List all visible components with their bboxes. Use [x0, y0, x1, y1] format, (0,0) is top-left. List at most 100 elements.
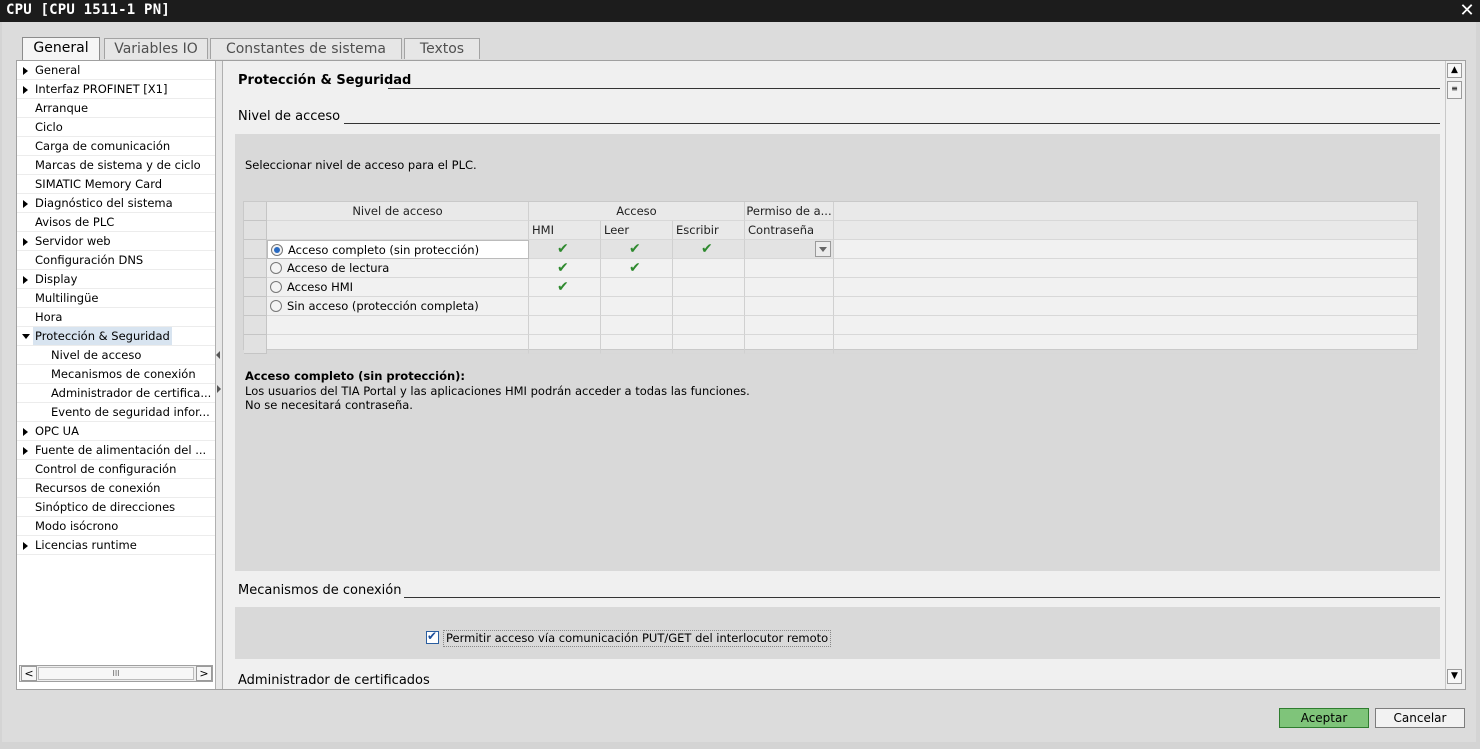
scroll-right-button[interactable]: > [196, 666, 212, 681]
collapsed-triangle-icon[interactable] [23, 276, 28, 284]
properties-main: Protección & Seguridad Nivel de acceso S… [224, 61, 1443, 689]
nav-item[interactable]: Ciclo [17, 118, 215, 137]
table-cell [529, 335, 601, 354]
table-cell [834, 240, 1417, 259]
row-header[interactable] [244, 335, 267, 354]
access-level-radio[interactable] [271, 244, 283, 256]
nav-item[interactable]: Marcas de sistema y de ciclo [17, 156, 215, 175]
nav-item[interactable]: Mecanismos de conexión [17, 365, 215, 384]
pane-splitter[interactable] [216, 61, 223, 689]
nav-item[interactable]: Recursos de conexión [17, 479, 215, 498]
nav-item[interactable]: Configuración DNS [17, 251, 215, 270]
collapse-left-icon[interactable] [216, 351, 220, 359]
nav-item[interactable]: Carga de comunicación [17, 137, 215, 156]
access-level-title: Nivel de acceso [238, 109, 341, 124]
connection-panel [235, 607, 1440, 659]
collapsed-triangle-icon[interactable] [23, 238, 28, 246]
nav-item[interactable]: Fuente de alimentación del ... [17, 441, 215, 460]
scroll-down-button[interactable]: ▼ [1447, 669, 1462, 684]
scroll-left-button[interactable]: < [21, 666, 37, 681]
row-header[interactable] [244, 259, 267, 278]
main-vertical-scrollbar[interactable]: ▲ ≡ ▼ [1445, 61, 1464, 689]
table-cell [745, 240, 834, 259]
cancel-button[interactable]: Cancelar [1375, 708, 1465, 728]
nav-item[interactable]: Diagnóstico del sistema [17, 194, 215, 213]
tab-textos[interactable]: Textos [404, 38, 480, 59]
access-level-radio[interactable] [270, 300, 282, 312]
access-level-label: Acceso HMI [287, 280, 354, 294]
collapsed-triangle-icon[interactable] [23, 542, 28, 550]
nav-item-label: General [35, 63, 81, 77]
nav-item-label: Evento de seguridad infor... [51, 405, 210, 419]
nav-item[interactable]: General [17, 61, 215, 80]
nav-item[interactable]: Arranque [17, 99, 215, 118]
access-description-line2: No se necesitará contraseña. [245, 398, 413, 412]
nav-item[interactable]: Control de configuración [17, 460, 215, 479]
expanded-triangle-icon[interactable] [22, 334, 30, 339]
putget-checkbox[interactable] [426, 629, 439, 644]
nav-horizontal-scrollbar[interactable]: < III > [19, 665, 213, 682]
table-cell [267, 335, 529, 354]
nav-item[interactable]: Avisos de PLC [17, 213, 215, 232]
content-area: General Interfaz PROFINET [X1] Arranque Cic… [16, 60, 1466, 690]
collapsed-triangle-icon[interactable] [23, 428, 28, 436]
nav-item-label: Display [35, 272, 78, 286]
table-cell [673, 335, 745, 354]
table-cell [834, 297, 1417, 316]
collapsed-triangle-icon[interactable] [23, 447, 28, 455]
password-dropdown-icon[interactable] [815, 241, 831, 257]
row-header[interactable] [244, 278, 267, 297]
collapsed-triangle-icon[interactable] [23, 86, 28, 94]
row-header[interactable] [244, 297, 267, 316]
table-cell [673, 297, 745, 316]
collapsed-triangle-icon[interactable] [23, 67, 28, 75]
table-cell[interactable]: Acceso completo (sin protección) [267, 240, 529, 259]
scroll-thumb[interactable]: III [38, 667, 194, 680]
table-cell [673, 278, 745, 297]
nav-item[interactable]: Modo isócrono [17, 517, 215, 536]
putget-label[interactable]: Permitir acceso vía comunicación PUT/GET… [443, 630, 832, 647]
collapsed-triangle-icon[interactable] [23, 200, 28, 208]
nav-item[interactable]: Administrador de certifica... [17, 384, 215, 403]
header-permiso: Permiso de a... [745, 202, 834, 221]
nav-item[interactable]: Sinóptico de direcciones [17, 498, 215, 517]
access-level-radio[interactable] [270, 281, 282, 293]
table-cell [267, 316, 529, 335]
row-header[interactable] [244, 316, 267, 335]
nav-item-label: Multilingüe [35, 291, 99, 305]
table-cell[interactable]: Acceso HMI [267, 278, 529, 297]
nav-item[interactable]: Evento de seguridad infor... [17, 403, 215, 422]
tab-variables-io[interactable]: Variables IO [104, 38, 208, 59]
tab-constantes-sistema[interactable]: Constantes de sistema [210, 38, 402, 59]
table-cell[interactable]: Acceso de lectura [267, 259, 529, 278]
accept-button[interactable]: Aceptar [1279, 708, 1369, 728]
section-title: Protección & Seguridad [238, 73, 412, 88]
nav-item[interactable]: Display [17, 270, 215, 289]
nav-item[interactable]: Interfaz PROFINET [X1] [17, 80, 215, 99]
table-cell[interactable]: Sin acceso (protección completa) [267, 297, 529, 316]
nav-item[interactable]: OPC UA [17, 422, 215, 441]
scroll-thumb-vertical[interactable]: ≡ [1447, 81, 1462, 99]
access-description-title: Acceso completo (sin protección): [245, 369, 466, 383]
nav-item[interactable]: Licencias runtime [17, 536, 215, 555]
nav-item[interactable]: Multilingüe [17, 289, 215, 308]
access-level-radio[interactable] [270, 262, 282, 274]
expand-right-icon[interactable] [217, 385, 221, 393]
dialog-frame: General Variables IO Constantes de siste… [2, 22, 1476, 742]
table-cell: ✔ [601, 259, 673, 278]
table-cell [745, 259, 834, 278]
nav-item[interactable]: Servidor web [17, 232, 215, 251]
nav-item[interactable]: Protección & Seguridad [17, 327, 215, 346]
tab-general[interactable]: General [22, 37, 100, 60]
access-level-instruction: Seleccionar nivel de acceso para el PLC. [245, 158, 477, 172]
nav-item[interactable]: Nivel de acceso [17, 346, 215, 365]
row-header[interactable] [244, 240, 267, 259]
header-filler [834, 202, 1417, 221]
nav-item-label: Recursos de conexión [35, 481, 161, 495]
nav-item[interactable]: SIMATIC Memory Card [17, 175, 215, 194]
close-icon[interactable]: ✕ [1458, 0, 1476, 22]
checkmark-icon: ✔ [629, 241, 641, 257]
nav-item[interactable]: Hora [17, 308, 215, 327]
access-level-panel: Seleccionar nivel de acceso para el PLC.… [235, 134, 1440, 571]
scroll-up-button[interactable]: ▲ [1447, 63, 1462, 78]
